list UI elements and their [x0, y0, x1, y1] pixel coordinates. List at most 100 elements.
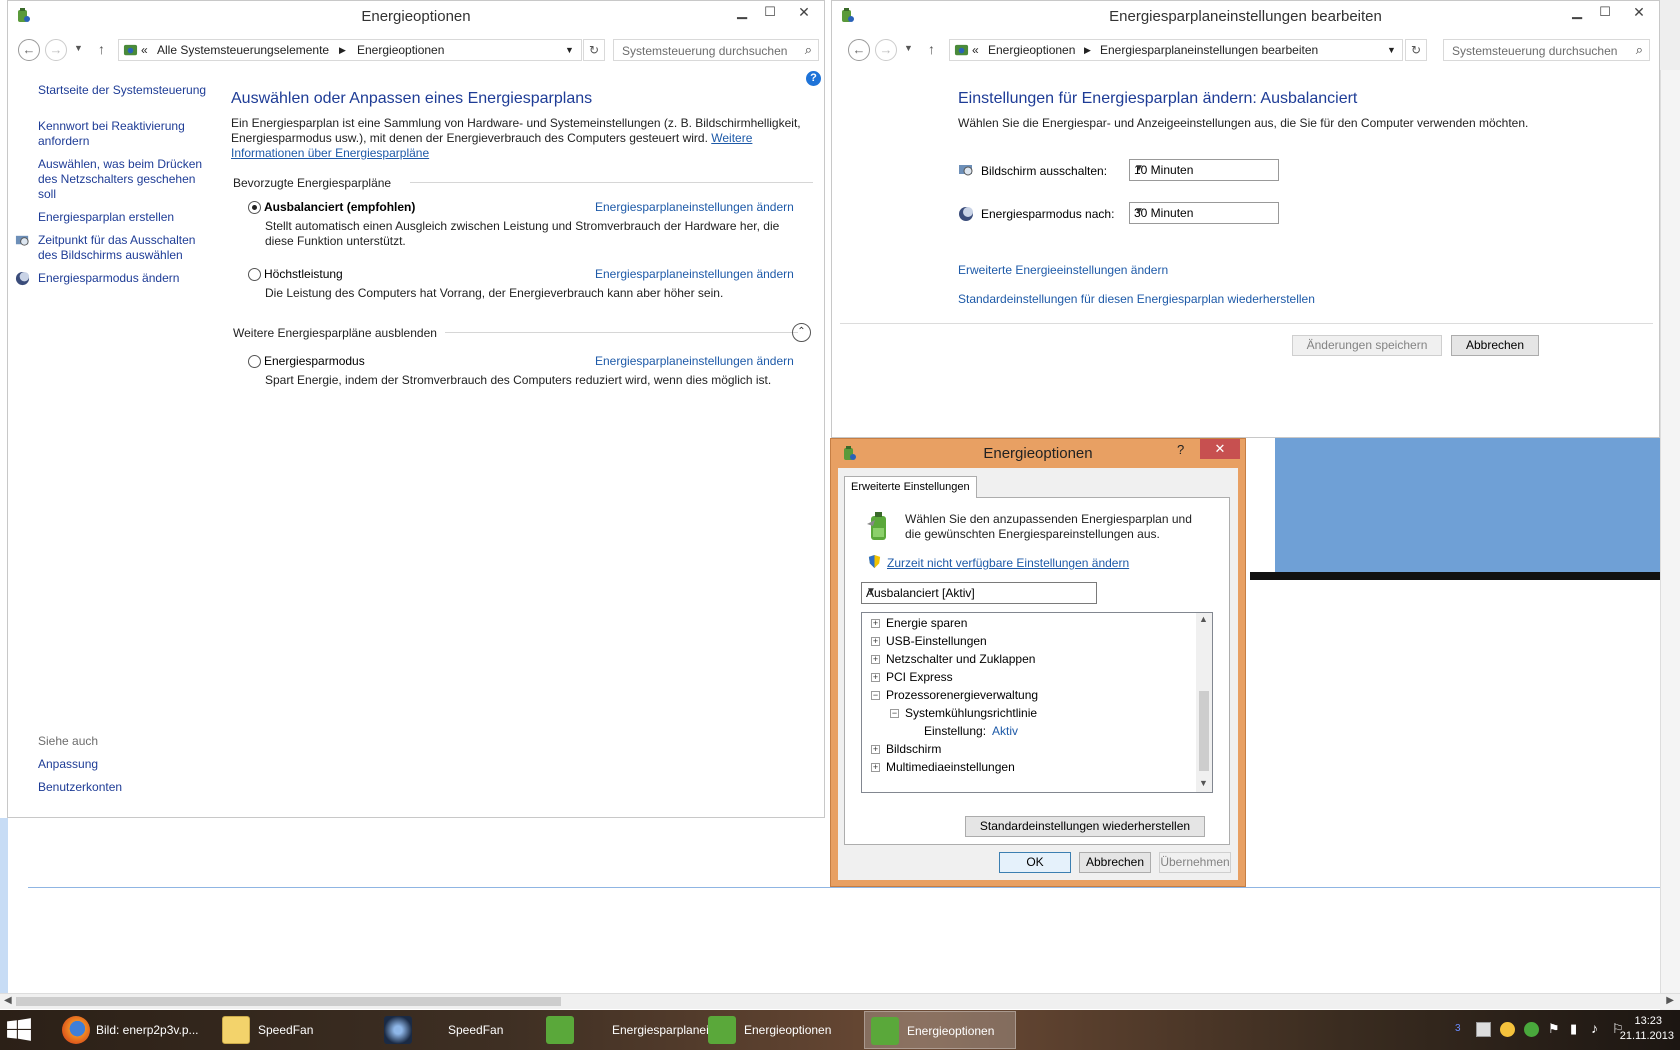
- address-dropdown-icon[interactable]: ▼: [565, 45, 574, 55]
- plan-high-performance-radio[interactable]: [248, 268, 261, 281]
- address-dropdown-icon[interactable]: ▼: [1387, 45, 1396, 55]
- see-also-personalization[interactable]: Anpassung: [38, 757, 98, 772]
- back-button[interactable]: ←: [848, 39, 870, 61]
- dialog-client: Erweiterte Einstellungen Wählen Sie den …: [838, 468, 1238, 880]
- help-button[interactable]: ?: [1177, 442, 1184, 457]
- scroll-down-icon[interactable]: ▼: [1199, 778, 1208, 788]
- plan-power-saver-radio[interactable]: [248, 355, 261, 368]
- tray-icon[interactable]: [1524, 1022, 1539, 1037]
- expand-icon[interactable]: +: [871, 763, 880, 772]
- forward-button[interactable]: →: [45, 39, 67, 61]
- address-bar[interactable]: « Alle Systemsteuerungselemente ▶ Energi…: [118, 39, 582, 61]
- recent-pages-icon[interactable]: ▼: [74, 43, 83, 53]
- collapse-icon[interactable]: −: [871, 691, 880, 700]
- scroll-right-icon[interactable]: ▶: [1666, 995, 1674, 1006]
- save-changes-button[interactable]: Änderungen speichern: [1292, 335, 1442, 356]
- scroll-left-icon[interactable]: ◀: [4, 995, 12, 1006]
- settings-subtitle: Wählen Sie die Energiespar- und Anzeigee…: [958, 116, 1529, 130]
- tray-icon[interactable]: [1500, 1022, 1515, 1037]
- expand-icon[interactable]: +: [871, 745, 880, 754]
- taskbar-label: SpeedFan: [448, 1023, 504, 1037]
- breadcrumb-energieoptionen[interactable]: Energieoptionen: [357, 43, 444, 57]
- cancel-button[interactable]: Abbrechen: [1451, 335, 1539, 356]
- expand-icon[interactable]: +: [871, 673, 880, 682]
- taskbar-item-speedfan-folder[interactable]: SpeedFan: [216, 1011, 372, 1049]
- sidebar-item-home[interactable]: Startseite der Systemsteuerung: [38, 83, 213, 98]
- collapse-button[interactable]: ⌃: [792, 323, 811, 342]
- search-icon[interactable]: ⌕: [1636, 42, 1643, 58]
- power-icon[interactable]: ▮: [1570, 1021, 1577, 1037]
- sidebar-item-display-off[interactable]: Zeitpunkt für das Ausschalten des Bildsc…: [38, 233, 206, 263]
- taskbar-item-plan-settings[interactable]: Energiesparplanei...: [540, 1011, 719, 1049]
- cancel-button[interactable]: Abbrechen: [1079, 852, 1151, 873]
- address-bar[interactable]: « Energieoptionen ▶ Energiesparplaneinst…: [949, 39, 1403, 61]
- tab-advanced-settings[interactable]: Erweiterte Einstellungen: [844, 476, 977, 498]
- refresh-button[interactable]: ↻: [583, 39, 605, 61]
- advanced-settings-link[interactable]: Erweiterte Energieeinstellungen ändern: [958, 263, 1168, 277]
- refresh-button[interactable]: ↻: [1405, 39, 1427, 61]
- expand-icon[interactable]: +: [871, 655, 880, 664]
- plan-power-saver-change-link[interactable]: Energiesparplaneinstellungen ändern: [595, 354, 794, 368]
- breadcrumb-energieoptionen[interactable]: Energieoptionen: [988, 43, 1075, 57]
- close-button[interactable]: ✕: [784, 1, 824, 23]
- plan-power-saver-name[interactable]: Energiesparmodus: [264, 354, 365, 368]
- minimize-button[interactable]: ▁: [1563, 1, 1591, 23]
- moon-icon: [959, 207, 973, 221]
- expand-icon[interactable]: +: [871, 619, 880, 628]
- taskbar-item-energieoptionen[interactable]: Energieoptionen: [702, 1011, 858, 1049]
- unavailable-settings-link[interactable]: Zurzeit nicht verfügbare Einstellungen ä…: [887, 556, 1129, 570]
- up-icon[interactable]: ↑: [928, 41, 935, 57]
- firefox-icon: [62, 1016, 90, 1044]
- sidebar-item-sleep[interactable]: Energiesparmodus ändern: [38, 271, 208, 286]
- help-icon[interactable]: ?: [806, 71, 821, 86]
- ok-button[interactable]: OK: [999, 852, 1071, 873]
- search-icon[interactable]: ⌕: [805, 42, 812, 58]
- scrollbar-thumb[interactable]: [16, 997, 561, 1006]
- sidebar-item-create-plan[interactable]: Energiesparplan erstellen: [38, 210, 208, 225]
- sidebar-item-power-button[interactable]: Auswählen, was beim Drücken des Netzscha…: [38, 157, 206, 202]
- apply-button[interactable]: Übernehmen: [1159, 852, 1231, 873]
- minimize-button[interactable]: ▁: [728, 1, 756, 23]
- collapse-icon[interactable]: −: [890, 709, 899, 718]
- see-also-user-accounts[interactable]: Benutzerkonten: [38, 780, 122, 795]
- search-input[interactable]: Systemsteuerung durchsuchen ⌕: [1443, 39, 1650, 61]
- restore-defaults-button[interactable]: Standardeinstellungen wiederherstellen: [965, 816, 1205, 837]
- breadcrumb-all-items[interactable]: Alle Systemsteuerungselemente: [157, 43, 329, 57]
- forward-button[interactable]: →: [875, 39, 897, 61]
- taskbar-item-firefox[interactable]: Bild: enerp2p3v.p...: [56, 1011, 206, 1049]
- taskbar-item-speedfan[interactable]: SpeedFan: [378, 1011, 534, 1049]
- bottom-scrollbar[interactable]: ◀ ▶: [0, 993, 1680, 1009]
- tray-icon[interactable]: [1476, 1022, 1491, 1037]
- clock[interactable]: 13:23 21.11.2013: [1594, 1014, 1674, 1044]
- maximize-button[interactable]: ☐: [1591, 1, 1619, 23]
- restore-defaults-link[interactable]: Standardeinstellungen für diesen Energie…: [958, 292, 1315, 306]
- settings-tree[interactable]: + Energie sparen + USB-Einstellungen + Netz…: [861, 612, 1213, 793]
- plan-select[interactable]: Ausbalanciert [Aktiv] ▼: [861, 582, 1097, 604]
- close-button[interactable]: ✕: [1619, 1, 1659, 23]
- plan-balanced-name[interactable]: Ausbalanciert (empfohlen): [264, 200, 415, 214]
- vertical-scrollbar[interactable]: [1660, 70, 1680, 993]
- plan-high-performance-name[interactable]: Höchstleistung: [264, 267, 343, 281]
- up-icon[interactable]: ↑: [98, 41, 105, 57]
- maximize-button[interactable]: ☐: [756, 1, 784, 23]
- sleep-select[interactable]: 30 Minuten ▼: [1129, 202, 1279, 224]
- sidebar-item-password[interactable]: Kennwort bei Reaktivierung anfordern: [38, 119, 198, 149]
- scroll-up-icon[interactable]: ▲: [1199, 614, 1208, 624]
- close-button[interactable]: ✕: [1200, 439, 1240, 459]
- plan-high-performance-change-link[interactable]: Energiesparplaneinstellungen ändern: [595, 267, 794, 281]
- display-off-select[interactable]: 10 Minuten ▼: [1129, 159, 1279, 181]
- network-icon[interactable]: ⚑: [1548, 1021, 1560, 1037]
- recent-pages-icon[interactable]: ▼: [904, 43, 913, 53]
- tray-icon[interactable]: 3: [1455, 1023, 1467, 1037]
- taskbar-item-energieoptionen-active[interactable]: Energieoptionen: [864, 1011, 1016, 1049]
- back-button[interactable]: ←: [18, 39, 40, 61]
- plan-balanced-radio[interactable]: [248, 201, 261, 214]
- expand-icon[interactable]: +: [871, 637, 880, 646]
- tree-scrollbar[interactable]: ▲ ▼: [1196, 613, 1212, 792]
- setting-value-link[interactable]: Aktiv: [992, 724, 1018, 738]
- scrollbar-thumb[interactable]: [1199, 691, 1209, 771]
- start-button[interactable]: [6, 1017, 40, 1043]
- search-input[interactable]: Systemsteuerung durchsuchen ⌕: [613, 39, 819, 61]
- breadcrumb-plan-settings[interactable]: Energiesparplaneinstellungen bearbeiten: [1100, 43, 1318, 57]
- plan-balanced-change-link[interactable]: Energiesparplaneinstellungen ändern: [595, 200, 794, 214]
